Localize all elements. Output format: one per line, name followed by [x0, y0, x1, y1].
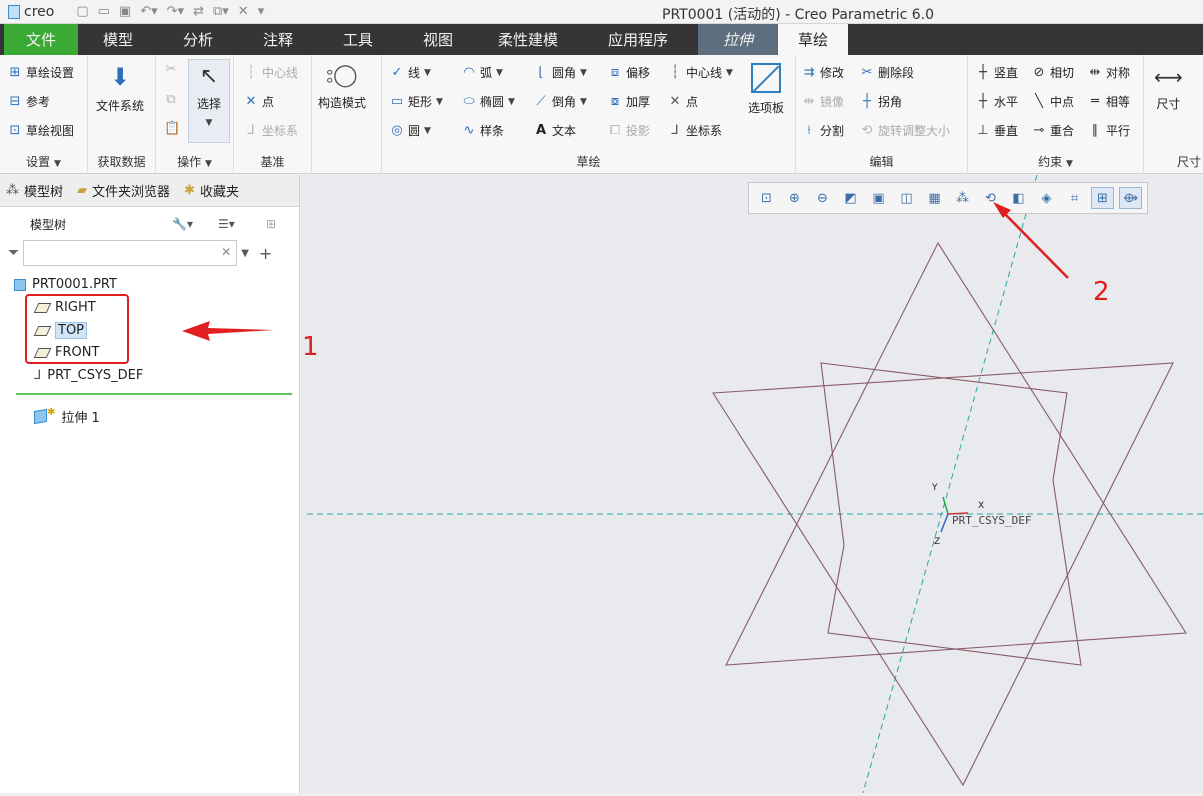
arrow-1	[182, 321, 274, 341]
annotation-label-2: 2	[1093, 277, 1110, 307]
annotation-overlay	[182, 202, 1069, 341]
annotation-label-1: 1	[302, 332, 319, 362]
arrow-2-shaft	[1003, 212, 1069, 279]
